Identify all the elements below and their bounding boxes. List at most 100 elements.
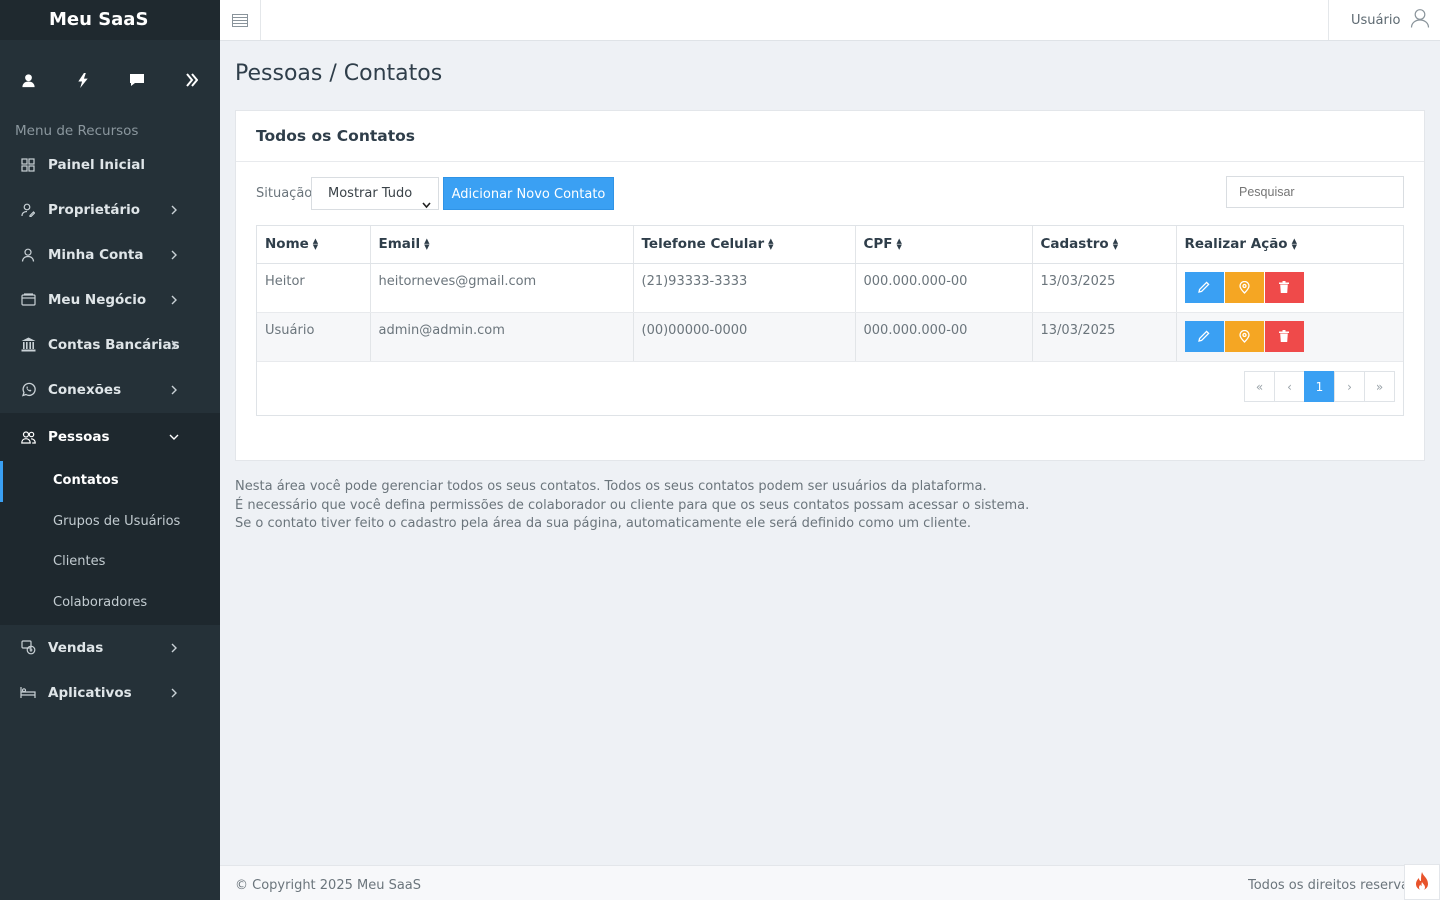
sidebar-subitem-clientes[interactable]: Clientes xyxy=(0,542,220,583)
bed-icon xyxy=(20,685,36,701)
chevron-right-icon xyxy=(168,204,180,216)
sales-icon xyxy=(20,640,36,656)
sidebar: Meu SaaS Menu de Recursos Painel Inicial… xyxy=(0,0,220,900)
sidebar-item-label: Aplicativos xyxy=(48,684,132,701)
contacts-table-wrapper: Nome ▲ ▼ Email ▲ ▼ Telefone Celular ▲ ▼ CPF ▲ ▼ … xyxy=(256,225,1404,416)
sidebar-item-vendas[interactable]: Vendas xyxy=(0,625,220,670)
edit-button[interactable] xyxy=(1184,320,1224,352)
status-filter-value: Mostrar Tudo xyxy=(328,186,413,201)
contacts-card: Todos os Contatos Situação Mostrar Tudo … xyxy=(235,110,1425,461)
cell-cpf: 000.000.000-00 xyxy=(855,312,1033,362)
cell-nome: Usuário xyxy=(257,312,371,362)
cell-email: admin@admin.com xyxy=(370,312,634,362)
flame-widget-button[interactable] xyxy=(1404,864,1440,900)
wallet-icon xyxy=(20,292,36,308)
sidebar-item-proprietario[interactable]: Proprietário xyxy=(0,187,220,232)
sidebar-item-pessoas[interactable]: Pessoas xyxy=(0,413,220,461)
topbar: Usuário xyxy=(220,0,1440,41)
menu-toggle-button[interactable] xyxy=(220,0,261,40)
help-text: Nesta área você pode gerenciar todos os … xyxy=(235,478,1425,534)
user-avatar-icon xyxy=(1410,8,1430,32)
delete-button[interactable] xyxy=(1264,271,1304,303)
main-content: Pessoas / Contatos Todos os Contatos Sit… xyxy=(235,41,1425,534)
pencil-icon xyxy=(1198,281,1210,293)
page-next-button[interactable]: › xyxy=(1334,371,1365,402)
sidebar-subitem-grupos-de-usuarios[interactable]: Grupos de Usuários xyxy=(0,502,220,543)
trash-icon xyxy=(1279,330,1289,342)
menu-section-header: Menu de Recursos xyxy=(15,123,139,139)
chevron-down-icon xyxy=(422,190,431,221)
person-icon xyxy=(20,247,36,263)
table-row: Usuário admin@admin.com (00)00000-0000 0… xyxy=(257,312,1403,362)
sidebar-item-label: Contas Bancárias xyxy=(48,336,180,353)
hamburger-icon xyxy=(232,13,248,27)
sidebar-item-contas-bancarias[interactable]: Contas Bancárias xyxy=(0,322,220,367)
double-chevron-right-icon[interactable] xyxy=(184,72,200,88)
chevron-right-icon xyxy=(168,249,180,261)
column-header-acoes[interactable]: Realizar Ação ▲ ▼ xyxy=(1176,226,1403,264)
location-button[interactable] xyxy=(1224,271,1264,303)
help-text-line: Nesta área você pode gerenciar todos os … xyxy=(235,479,987,494)
pagination: « ‹ 1 › » xyxy=(1244,371,1395,402)
sidebar-item-label: Pessoas xyxy=(48,429,110,445)
location-button[interactable] xyxy=(1224,320,1264,352)
sidebar-item-label: Painel Inicial xyxy=(48,156,145,173)
sort-icon: ▲ ▼ xyxy=(312,237,319,252)
column-header-cadastro[interactable]: Cadastro ▲ ▼ xyxy=(1032,226,1177,264)
search-input[interactable] xyxy=(1226,176,1404,208)
chevron-right-icon xyxy=(168,687,180,699)
sidebar-menu: Painel Inicial Proprietário Minha Conta … xyxy=(0,142,220,715)
sort-icon: ▲ ▼ xyxy=(424,237,430,252)
table-header-row: Nome ▲ ▼ Email ▲ ▼ Telefone Celular ▲ ▼ CPF ▲ ▼ … xyxy=(257,226,1403,264)
cell-cadastro: 13/03/2025 xyxy=(1032,312,1177,362)
page-current-button[interactable]: 1 xyxy=(1304,371,1335,402)
footer-rights: Todos os direitos reservados xyxy=(1248,878,1404,893)
edit-button[interactable] xyxy=(1184,271,1224,303)
user-menu[interactable]: Usuário xyxy=(1328,0,1440,40)
sidebar-item-conexoes[interactable]: Conexões xyxy=(0,367,220,412)
status-filter-select[interactable]: Mostrar Tudo xyxy=(311,177,439,210)
cell-actions xyxy=(1176,312,1403,362)
page-first-button[interactable]: « xyxy=(1244,371,1275,402)
sidebar-item-meu-negocio[interactable]: Meu Negócio xyxy=(0,277,220,322)
page-last-button[interactable]: » xyxy=(1364,371,1395,402)
help-text-line: Se o contato tiver feito o cadastro pela… xyxy=(235,516,971,531)
bolt-icon[interactable] xyxy=(75,72,91,88)
cell-cpf: 000.000.000-00 xyxy=(855,263,1033,313)
contacts-table: Nome ▲ ▼ Email ▲ ▼ Telefone Celular ▲ ▼ CPF ▲ ▼ … xyxy=(257,226,1403,362)
sidebar-item-aplicativos[interactable]: Aplicativos xyxy=(0,670,220,715)
user-icon[interactable] xyxy=(20,72,36,88)
table-toolbar: Situação Mostrar Tudo Adicionar Novo Con… xyxy=(256,176,1404,210)
page-prev-button[interactable]: ‹ xyxy=(1274,371,1305,402)
bank-icon xyxy=(20,337,36,353)
sort-icon: ▲ ▼ xyxy=(1112,237,1119,252)
add-contact-button[interactable]: Adicionar Novo Contato xyxy=(443,177,614,210)
table-row: Heitor heitorneves@gmail.com (21)93333-3… xyxy=(257,263,1403,313)
column-header-email[interactable]: Email ▲ ▼ xyxy=(370,226,634,264)
user-name: Usuário xyxy=(1351,12,1401,28)
column-header-nome[interactable]: Nome ▲ ▼ xyxy=(257,226,371,264)
column-header-cpf[interactable]: CPF ▲ ▼ xyxy=(855,226,1033,264)
chat-icon[interactable] xyxy=(129,72,145,88)
whatsapp-icon xyxy=(20,382,36,398)
chevron-right-icon xyxy=(168,642,180,654)
sidebar-item-minha-conta[interactable]: Minha Conta xyxy=(0,232,220,277)
sidebar-submenu-pessoas: Contatos Grupos de Usuários Clientes Col… xyxy=(0,461,220,625)
delete-button[interactable] xyxy=(1264,320,1304,352)
flame-icon xyxy=(1416,872,1428,891)
cell-cadastro: 13/03/2025 xyxy=(1032,263,1177,313)
column-header-telefone[interactable]: Telefone Celular ▲ ▼ xyxy=(633,226,856,264)
sidebar-item-painel-inicial[interactable]: Painel Inicial xyxy=(0,142,220,187)
pencil-icon xyxy=(1198,330,1210,342)
cell-email: heitorneves@gmail.com xyxy=(370,263,634,313)
sidebar-item-label: Minha Conta xyxy=(48,246,144,263)
sidebar-subitem-colaboradores[interactable]: Colaboradores xyxy=(0,583,220,624)
sidebar-item-label: Vendas xyxy=(48,639,104,656)
chevron-right-icon xyxy=(168,339,180,351)
cell-nome: Heitor xyxy=(257,263,371,313)
brand-logo[interactable]: Meu SaaS xyxy=(0,0,220,40)
cell-telefone: (00)00000-0000 xyxy=(633,312,856,362)
sidebar-subitem-contatos[interactable]: Contatos xyxy=(0,461,220,502)
user-edit-icon xyxy=(20,202,36,218)
sort-icon: ▲ ▼ xyxy=(896,237,902,252)
